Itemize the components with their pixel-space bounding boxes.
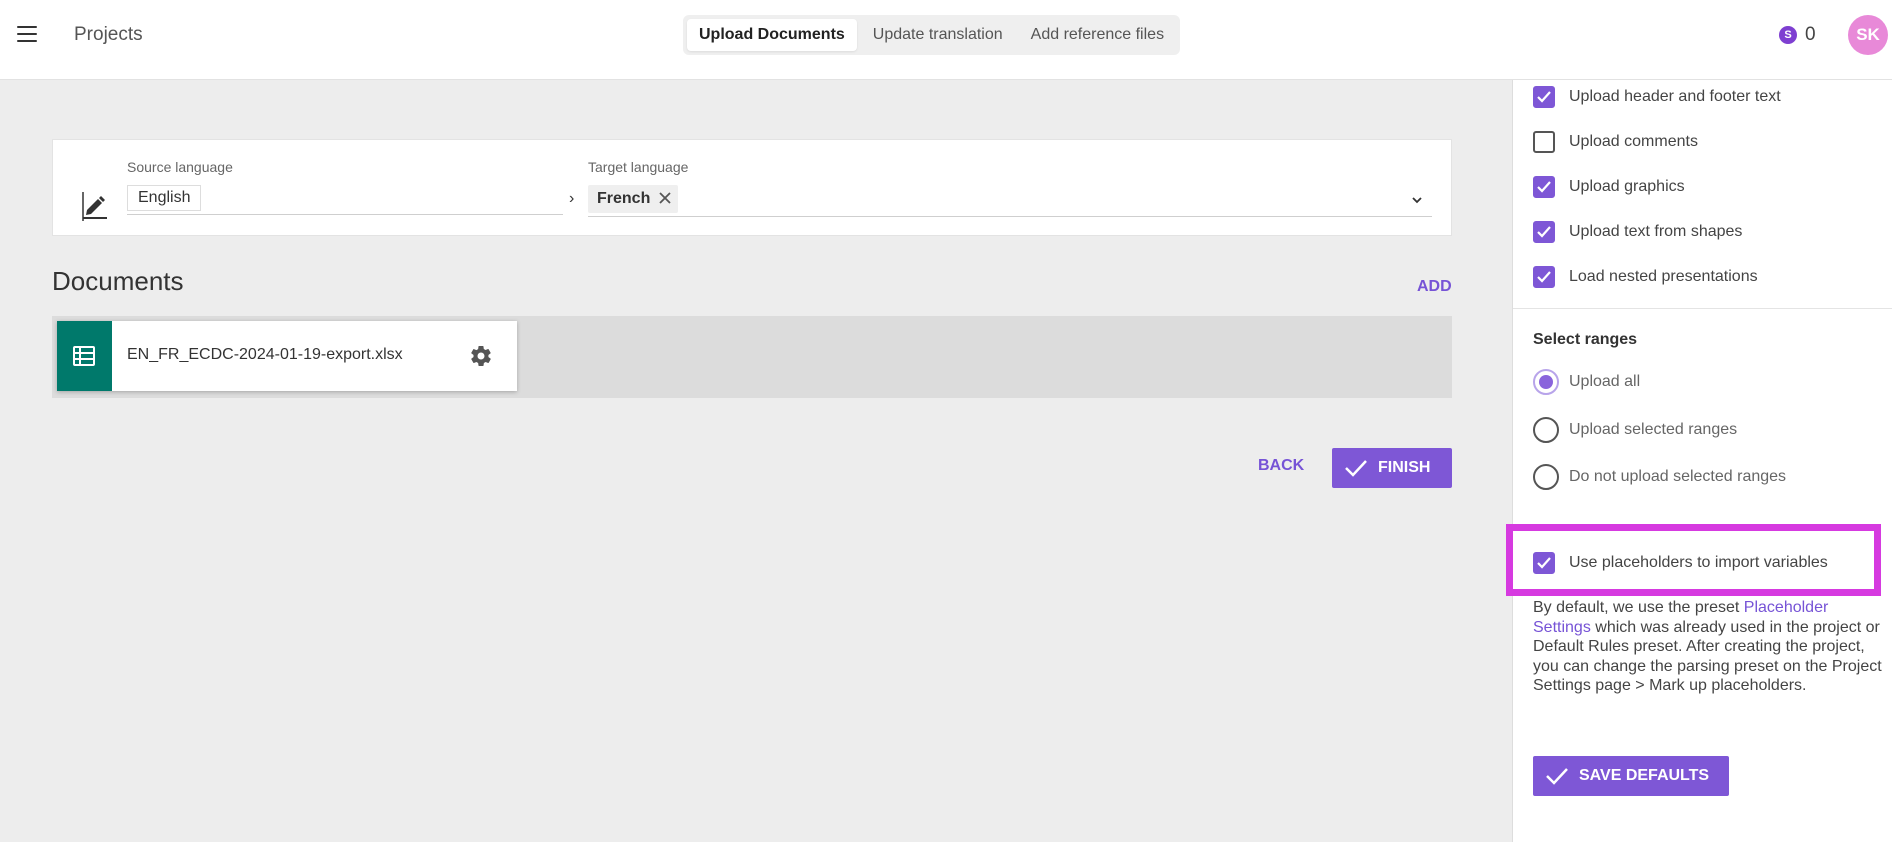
radio-label: Do not upload selected ranges	[1569, 468, 1787, 485]
checkbox[interactable]	[1533, 266, 1555, 288]
load-nested-presentations-option[interactable]: Load nested presentations	[1533, 266, 1758, 288]
checkbox-label: Upload text from shapes	[1569, 223, 1743, 240]
language-card: Source language English › Target languag…	[52, 139, 1452, 236]
save-defaults-label: SAVE DEFAULTS	[1579, 767, 1710, 784]
checkbox[interactable]	[1533, 131, 1555, 153]
checkbox[interactable]	[1533, 221, 1555, 243]
upload-selected-ranges-option[interactable]: Upload selected ranges	[1533, 417, 1737, 443]
close-icon[interactable]	[658, 191, 672, 205]
document-card[interactable]: EN_FR_ECDC-2024-01-19-export.xlsx	[57, 321, 517, 391]
tab-bar: Upload Documents Update translation Add …	[683, 15, 1181, 55]
tab-add-reference-files[interactable]: Add reference files	[1019, 19, 1176, 51]
upload-graphics-option[interactable]: Upload graphics	[1533, 176, 1685, 198]
page-title[interactable]: Projects	[74, 24, 143, 46]
top-bar: Projects Upload Documents Update transla…	[0, 0, 1892, 80]
target-language-value: French	[597, 190, 651, 207]
divider	[1513, 308, 1892, 309]
upload-header-footer-option[interactable]: Upload header and footer text	[1533, 86, 1781, 108]
finish-button[interactable]: FINISH	[1332, 448, 1452, 488]
documents-heading: Documents	[52, 266, 184, 296]
source-language-field[interactable]: English	[127, 185, 563, 215]
target-language-chip: French	[588, 185, 679, 213]
credits-icon: S	[1779, 26, 1797, 44]
finish-label: FINISH	[1378, 459, 1431, 476]
avatar[interactable]: SK	[1848, 15, 1888, 55]
document-name: EN_FR_ECDC-2024-01-19-export.xlsx	[127, 346, 403, 363]
checkbox[interactable]	[1533, 552, 1555, 574]
radio-button[interactable]	[1533, 369, 1559, 395]
back-button[interactable]: BACK	[1258, 457, 1304, 475]
save-defaults-button[interactable]: SAVE DEFAULTS	[1533, 756, 1729, 796]
upload-text-from-shapes-option[interactable]: Upload text from shapes	[1533, 221, 1742, 243]
check-icon	[1546, 768, 1568, 785]
check-icon	[1345, 460, 1367, 477]
description-text: By default, we use the preset	[1533, 599, 1744, 616]
checkbox-label: Upload comments	[1569, 133, 1698, 150]
credits-count: 0	[1805, 24, 1816, 45]
do-not-upload-selected-ranges-option[interactable]: Do not upload selected ranges	[1533, 464, 1786, 490]
add-document-button[interactable]: ADD	[1417, 278, 1452, 296]
checkbox-label: Use placeholders to import variables	[1569, 554, 1828, 571]
checkbox-label: Upload graphics	[1569, 178, 1685, 195]
radio-label: Upload all	[1569, 373, 1641, 390]
upload-comments-option[interactable]: Upload comments	[1533, 131, 1698, 153]
use-placeholders-option[interactable]: Use placeholders to import variables	[1533, 552, 1828, 574]
checkbox-label: Load nested presentations	[1569, 268, 1758, 285]
gear-icon[interactable]	[469, 344, 493, 368]
settings-panel: Upload header and footer text Upload com…	[1512, 80, 1892, 842]
radio-button[interactable]	[1533, 417, 1559, 443]
checkbox[interactable]	[1533, 86, 1555, 108]
source-language-label: Source language	[127, 159, 233, 175]
source-language-chip[interactable]: English	[127, 185, 202, 211]
spreadsheet-icon	[57, 321, 112, 391]
radio-button[interactable]	[1533, 464, 1559, 490]
chevron-right-icon: ›	[569, 190, 575, 207]
placeholder-description: By default, we use the preset Placeholde…	[1533, 598, 1888, 696]
menu-icon[interactable]	[17, 26, 37, 44]
credits-indicator[interactable]: S 0	[1779, 24, 1816, 46]
radio-label: Upload selected ranges	[1569, 421, 1738, 438]
target-language-label: Target language	[588, 159, 689, 175]
checkbox[interactable]	[1533, 176, 1555, 198]
upload-all-option[interactable]: Upload all	[1533, 369, 1640, 395]
edit-pen-icon	[82, 192, 107, 221]
target-language-field[interactable]: French	[588, 185, 1432, 217]
select-ranges-heading: Select ranges	[1533, 331, 1638, 348]
chevron-down-icon[interactable]	[1410, 193, 1424, 207]
tab-upload-documents[interactable]: Upload Documents	[687, 19, 857, 51]
tab-update-translation[interactable]: Update translation	[861, 19, 1015, 51]
checkbox-label: Upload header and footer text	[1569, 88, 1781, 105]
